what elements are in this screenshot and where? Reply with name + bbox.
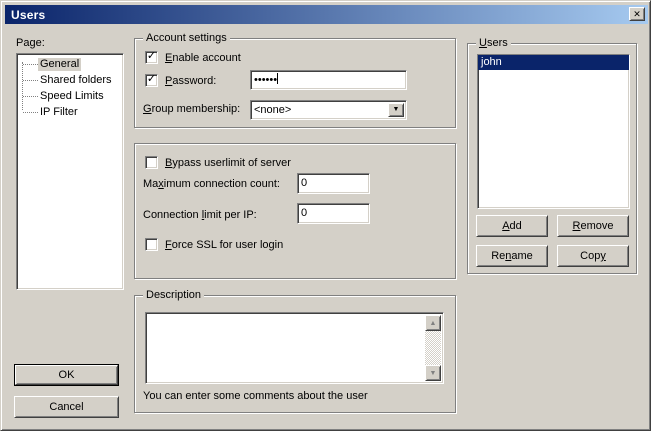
password-checkbox[interactable]: ✓ xyxy=(145,74,158,87)
group-membership-label: Group membership: xyxy=(143,103,240,115)
bypass-userlimit-label[interactable]: Bypass userlimit of server xyxy=(165,157,291,169)
users-legend: Users xyxy=(476,37,511,49)
users-dialog: Users ✕ Page: General Shared folders Spe… xyxy=(0,0,651,431)
group-membership-combobox[interactable]: <none> ▼ xyxy=(250,100,407,120)
group-membership-value: <none> xyxy=(254,104,291,116)
close-button[interactable]: ✕ xyxy=(629,7,645,21)
tree-connector-icon xyxy=(23,64,38,65)
bypass-userlimit-checkbox[interactable] xyxy=(145,156,158,169)
window-title: Users xyxy=(11,8,45,22)
tree-connector-icon xyxy=(23,112,38,113)
tree-item-ip-filter[interactable]: IP Filter xyxy=(17,104,80,120)
limits-group: Bypass userlimit of server Maximum conne… xyxy=(134,143,456,279)
max-connection-label: Maximum connection count: xyxy=(143,178,280,190)
scroll-down-button[interactable]: ▼ xyxy=(425,365,441,381)
chevron-down-icon: ▼ xyxy=(393,103,400,117)
account-settings-legend: Account settings xyxy=(143,32,230,44)
per-ip-limit-value: 0 xyxy=(301,207,307,219)
description-textarea[interactable]: ▲ ▼ xyxy=(145,312,444,384)
users-listbox[interactable]: john xyxy=(477,54,630,209)
ok-button[interactable]: OK xyxy=(15,365,118,385)
tree-item-shared-folders[interactable]: Shared folders xyxy=(17,72,114,88)
tree-connector-icon xyxy=(23,80,38,81)
rename-user-button[interactable]: Rename xyxy=(476,245,548,267)
copy-user-button[interactable]: Copy xyxy=(557,245,629,267)
description-group: Description ▲ ▼ You can enter some comme… xyxy=(134,295,456,413)
account-settings-group: Account settings ✓ Enable account ✓ Pass… xyxy=(134,38,456,128)
cancel-button[interactable]: Cancel xyxy=(14,396,119,418)
force-ssl-label[interactable]: Force SSL for user login xyxy=(165,239,283,251)
description-legend: Description xyxy=(143,289,204,301)
tree-item-speed-limits[interactable]: Speed Limits xyxy=(17,88,106,104)
combo-dropdown-button[interactable]: ▼ xyxy=(388,103,404,117)
per-ip-limit-label: Connection limit per IP: xyxy=(143,209,257,221)
check-icon: ✓ xyxy=(147,51,156,62)
ok-button-ring: OK xyxy=(14,364,119,386)
text-caret xyxy=(277,73,278,84)
close-icon: ✕ xyxy=(633,10,641,19)
max-connection-value: 0 xyxy=(301,177,307,189)
password-label[interactable]: Password: xyxy=(165,75,216,87)
page-label: Page: xyxy=(16,37,45,49)
per-ip-limit-input[interactable]: 0 xyxy=(297,203,370,224)
users-group: Users john Add Remove Rename Copy xyxy=(467,43,637,274)
remove-user-button[interactable]: Remove xyxy=(557,215,629,237)
enable-account-label[interactable]: Enable account xyxy=(165,52,241,64)
scroll-up-button[interactable]: ▲ xyxy=(425,315,441,331)
add-user-button[interactable]: Add xyxy=(476,215,548,237)
description-caption: You can enter some comments about the us… xyxy=(143,390,368,402)
check-icon: ✓ xyxy=(147,74,156,85)
page-tree[interactable]: General Shared folders Speed Limits IP F… xyxy=(16,53,124,290)
password-value: •••••• xyxy=(254,74,277,86)
user-list-item[interactable]: john xyxy=(478,55,629,70)
arrow-down-icon: ▼ xyxy=(430,370,437,377)
enable-account-checkbox[interactable]: ✓ xyxy=(145,51,158,64)
tree-item-general[interactable]: General xyxy=(17,56,81,72)
tree-connector-icon xyxy=(23,96,38,97)
max-connection-input[interactable]: 0 xyxy=(297,173,370,194)
force-ssl-checkbox[interactable] xyxy=(145,238,158,251)
password-input[interactable]: •••••• xyxy=(250,70,407,90)
titlebar[interactable]: Users ✕ xyxy=(5,5,648,24)
arrow-up-icon: ▲ xyxy=(430,320,437,327)
description-scrollbar[interactable]: ▲ ▼ xyxy=(425,315,441,381)
